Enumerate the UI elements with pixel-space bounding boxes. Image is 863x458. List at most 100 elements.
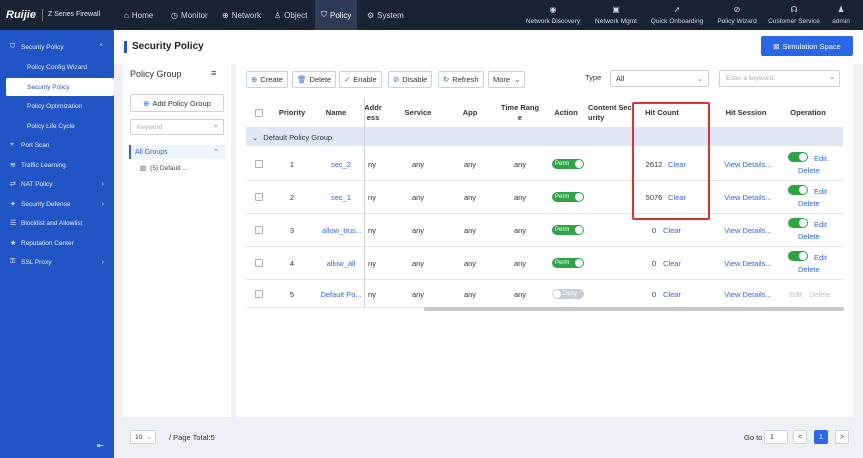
delete-link[interactable]: Delete: [798, 199, 820, 208]
page-1-button[interactable]: 1: [814, 430, 828, 444]
enable-toggle[interactable]: [788, 185, 808, 195]
sidebar-item-traffic-learning[interactable]: ≋ Traffic Learning: [0, 156, 114, 174]
nav-object[interactable]: ♙ Object: [274, 0, 307, 30]
sidebar-item-reputation-center[interactable]: ★ Reputation Center: [0, 234, 114, 252]
create-button[interactable]: ⊕ Create: [246, 71, 288, 88]
delete-link[interactable]: Delete: [798, 166, 820, 175]
policy-name-link[interactable]: allow_all: [318, 247, 364, 280]
enable-toggle[interactable]: [788, 251, 808, 261]
row-checkbox[interactable]: [255, 290, 263, 298]
enable-toggle[interactable]: [788, 152, 808, 162]
edit-link[interactable]: Edit: [814, 187, 827, 196]
col-name[interactable]: Name: [318, 98, 354, 128]
address-cell: ny: [368, 160, 376, 169]
policy-name-link[interactable]: allow_trus...: [318, 214, 366, 247]
view-details-link[interactable]: View Details...: [722, 247, 774, 280]
policy-group-row[interactable]: ⌄ Default Policy Group: [246, 128, 843, 146]
table-row[interactable]: 3 allow_trus... ny any any any Perm 0 Cl…: [246, 214, 843, 247]
row-checkbox[interactable]: [255, 259, 263, 267]
disable-button[interactable]: ⊘ Disable: [388, 71, 433, 88]
quick-onboarding-button[interactable]: ➚ Quick Onboarding: [648, 4, 706, 28]
delete-link[interactable]: Delete: [798, 265, 820, 274]
view-details-link[interactable]: View Details...: [722, 148, 774, 181]
delete-button[interactable]: 🗑 Delete: [292, 71, 337, 88]
customer-service-button[interactable]: ☊ Customer Service: [765, 4, 823, 28]
col-time-range[interactable]: Time Rang e: [498, 98, 542, 128]
table-row[interactable]: 1 sec_2 ny any any any Perm 2612 Clear V…: [246, 148, 843, 181]
policy-name-link[interactable]: sec_1: [318, 181, 364, 214]
nav-home[interactable]: ⌂ Home: [124, 0, 153, 30]
goto-page-input[interactable]: 1: [764, 430, 788, 444]
select-all-checkbox[interactable]: [255, 109, 263, 117]
col-operation[interactable]: Operation: [783, 98, 833, 128]
policy-name-link[interactable]: Default Po...: [316, 280, 366, 308]
menu-icon[interactable]: ≡: [211, 68, 216, 78]
horizontal-scrollbar[interactable]: [424, 307, 844, 311]
sidebar-item-policy-life-cycle[interactable]: Policy Life Cycle: [0, 117, 114, 135]
nav-monitor[interactable]: ◷ Monitor: [171, 0, 208, 30]
col-priority[interactable]: Priority: [274, 98, 310, 128]
col-content-security[interactable]: Content Sec urity: [588, 98, 638, 128]
prev-page-button[interactable]: <: [793, 430, 807, 444]
sidebar-item-ssl-proxy[interactable]: ⚿ SSL Proxy ›: [0, 253, 114, 271]
col-app[interactable]: App: [454, 98, 486, 128]
nav-policy[interactable]: ⛉ Policy: [315, 0, 358, 30]
sidebar-item-policy-optimization[interactable]: Policy Optimization: [0, 97, 114, 115]
page-size-select[interactable]: 10 ⌄: [130, 430, 156, 444]
sidebar-item-nat-policy[interactable]: ⇄ NAT Policy ›: [0, 175, 114, 193]
sidebar-item-security-policy-group[interactable]: ⛉ Security Policy ⌃: [0, 38, 114, 56]
type-select[interactable]: All ⌄: [610, 70, 709, 87]
sidebar-item-security-defense[interactable]: ✦ Security Defense ›: [0, 195, 114, 213]
more-dropdown[interactable]: More ⌄: [488, 71, 526, 88]
next-page-button[interactable]: >: [835, 430, 849, 444]
enable-toggle[interactable]: [788, 218, 808, 228]
simulation-space-button[interactable]: ⊠ Simulation Space: [761, 36, 853, 56]
collapse-sidebar-icon[interactable]: ⇤: [97, 441, 104, 450]
tree-item-all-groups[interactable]: All Groups ⌃: [129, 145, 225, 159]
edit-link[interactable]: Edit: [814, 253, 827, 262]
chevron-up-icon[interactable]: ⌃: [213, 148, 219, 156]
keyword-search-input[interactable]: Enter a keyword. ⌕: [719, 70, 840, 87]
table-row[interactable]: 5 Default Po... ny any any any Deny 0 Cl…: [246, 280, 843, 308]
admin-menu[interactable]: ♟ admin: [828, 4, 854, 28]
enable-button[interactable]: ✓ Enable: [339, 71, 382, 88]
view-details-link[interactable]: View Details...: [722, 214, 774, 247]
clear-hit-link[interactable]: Clear: [660, 247, 684, 280]
row-checkbox[interactable]: [255, 226, 263, 234]
view-details-link[interactable]: View Details...: [722, 280, 774, 308]
nav-system[interactable]: ⚙ System: [367, 0, 404, 30]
tree-item-default-group[interactable]: ▥ (5) Default ...: [140, 164, 188, 172]
sidebar-item-port-scan[interactable]: ⌖ Port Scan: [0, 136, 114, 154]
edit-link[interactable]: Edit: [814, 154, 827, 163]
search-icon[interactable]: ⌕: [214, 123, 218, 131]
row-checkbox[interactable]: [255, 160, 263, 168]
delete-link[interactable]: Delete: [798, 232, 820, 241]
sidebar-item-label: Policy Config Wizard: [27, 63, 87, 71]
sidebar-item-security-policy[interactable]: Security Policy: [6, 78, 114, 96]
search-icon[interactable]: ⌕: [830, 75, 834, 83]
view-details-link[interactable]: View Details...: [722, 181, 774, 214]
chevron-down-icon[interactable]: ⌄: [252, 133, 258, 142]
policy-name-link[interactable]: sec_2: [318, 148, 364, 181]
type-label: Type: [585, 73, 602, 82]
nav-network[interactable]: ⊕ Network: [222, 0, 261, 30]
col-hit-session[interactable]: Hit Session: [718, 98, 774, 128]
group-search-input[interactable]: Keyword ⌕: [130, 119, 224, 135]
network-mgmt-button[interactable]: ▣ Network Mgmt: [590, 4, 642, 28]
sidebar-item-policy-config-wizard[interactable]: Policy Config Wizard: [0, 58, 114, 76]
nav-object-label: Object: [284, 10, 308, 20]
row-checkbox[interactable]: [255, 193, 263, 201]
clear-hit-link[interactable]: Clear: [660, 280, 684, 308]
add-policy-group-button[interactable]: ⊕ Add Policy Group: [130, 94, 224, 112]
chevron-down-icon: ⌄: [514, 75, 521, 84]
table-row[interactable]: 4 allow_all ny any any any Perm 0 Clear …: [246, 247, 843, 280]
sidebar-item-blocklist-allowlist[interactable]: ☰ Blocklist and Allowlist: [0, 214, 114, 232]
edit-link[interactable]: Edit: [814, 220, 827, 229]
col-service[interactable]: Service: [398, 98, 438, 128]
network-discovery-button[interactable]: ◉ Network Discovery: [524, 4, 582, 28]
brand-logo: Ruijie: [6, 9, 36, 21]
policy-wizard-button[interactable]: ⊘ Policy Wizard: [714, 4, 760, 28]
refresh-button[interactable]: ↻ Refresh: [438, 71, 484, 88]
col-action[interactable]: Action: [549, 98, 583, 128]
table-row[interactable]: 2 sec_1 ny any any any Perm 5076 Clear V…: [246, 181, 843, 214]
